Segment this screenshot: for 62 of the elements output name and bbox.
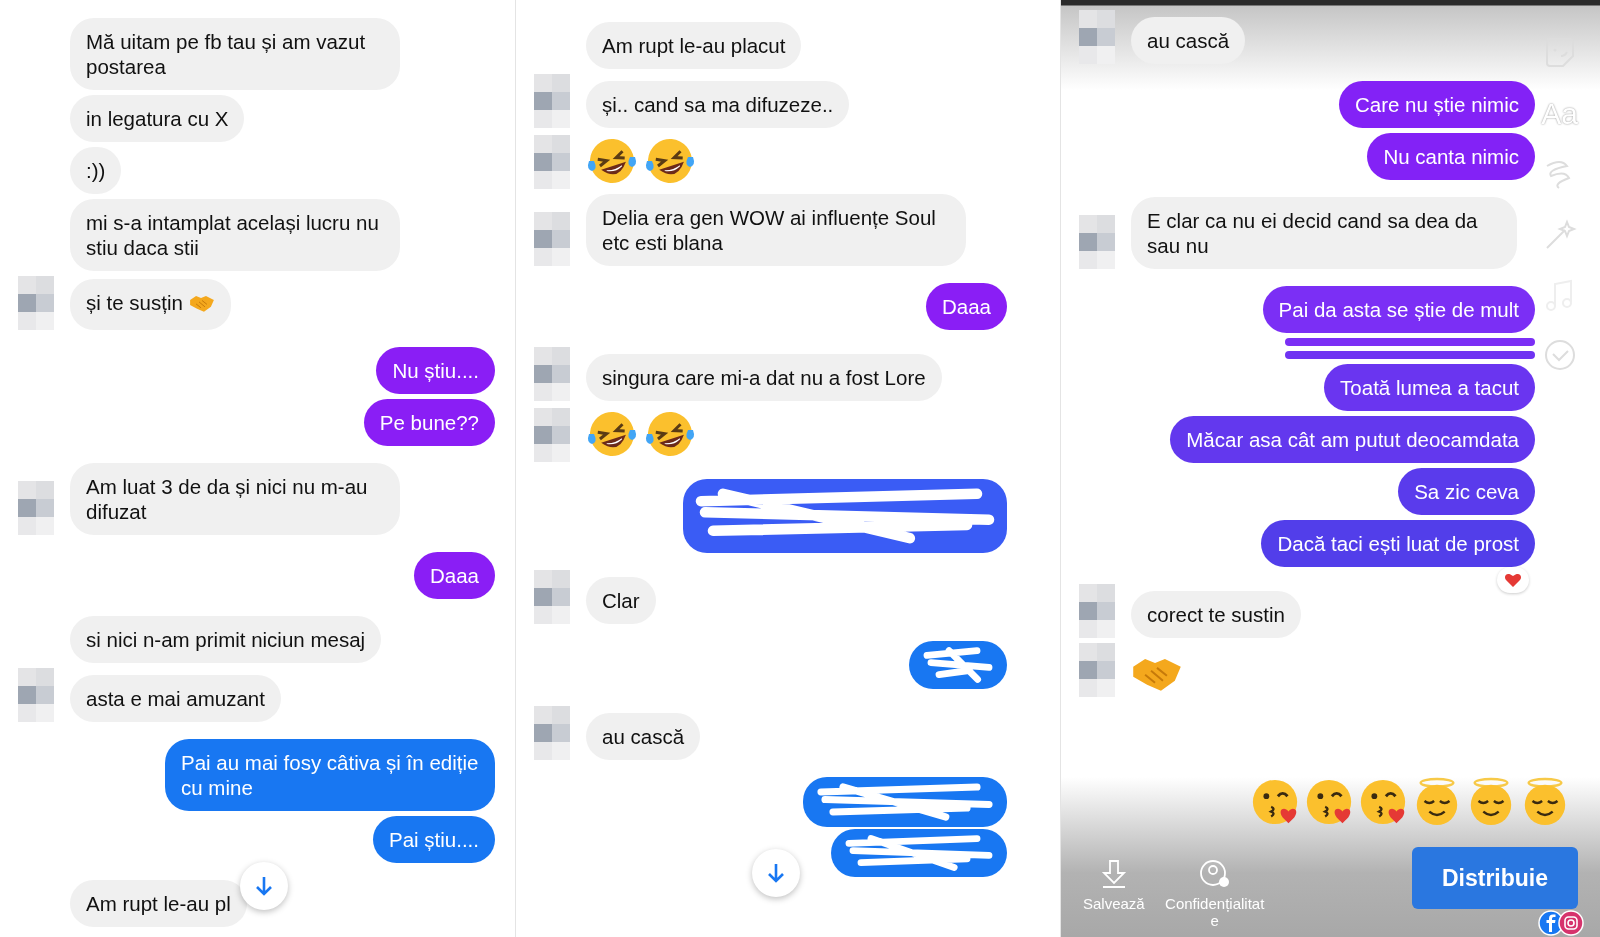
- message-bubble: Pai știu....: [373, 816, 495, 863]
- message-bubble: au cască: [1131, 17, 1246, 64]
- handshake-icon: [188, 293, 215, 314]
- avatar-icon: [1079, 10, 1115, 64]
- message-bubble: Care nu știe nimic: [1338, 81, 1535, 128]
- avatar-icon: [534, 570, 570, 624]
- kiss-emoji-icon: [1304, 777, 1354, 827]
- kiss-emoji-icon: [1358, 777, 1408, 827]
- message-bubble: Delia era gen WOW ai influențe Soul etc esti blana: [586, 194, 966, 266]
- message-bubble: Am rupt le-au placut: [586, 22, 802, 69]
- message-bubble: Pe bune??: [363, 399, 495, 446]
- story-action-button[interactable]: Salvează: [1083, 859, 1145, 912]
- avatar-icon: [1079, 584, 1115, 638]
- message-bubble: Pai da asta se știe de mult: [1262, 286, 1535, 333]
- message-bubble: Nu canta nimic: [1367, 133, 1535, 180]
- arrow-down-icon: [253, 875, 275, 897]
- message-bubble: mi s-a intamplat același lucru nu stiu daca stii: [70, 199, 400, 271]
- message-bubble: Măcar asa cât am putut deocamdata: [1170, 416, 1535, 463]
- message-bubble: Daaa: [414, 552, 495, 599]
- message-bubble: Dacă taci ești luat de prost: [1261, 520, 1535, 567]
- message-bubble: in legatura cu X: [70, 95, 245, 142]
- avatar-icon: [18, 276, 54, 330]
- avatar-icon: [18, 668, 54, 722]
- message-bubble: :)): [70, 147, 122, 194]
- avatar-icon: [534, 74, 570, 128]
- action-label: Confidențialitate: [1164, 895, 1266, 929]
- story-action-button[interactable]: Confidențialitate: [1162, 859, 1267, 929]
- message-bubble: Pai au mai fosy câtiva și în ediție cu mine: [165, 739, 495, 811]
- avatar-icon: [1079, 215, 1115, 269]
- share-button[interactable]: Distribuie: [1412, 847, 1578, 909]
- message-bubble: Clar: [586, 577, 656, 624]
- heart-reaction-icon: [1497, 567, 1529, 593]
- message-bubble: și te susțin: [70, 279, 231, 330]
- avatar-icon: [534, 347, 570, 401]
- message-bubble: Mă uitam pe fb tau și am vazut postarea: [70, 18, 400, 90]
- message-bubble: Daaa: [926, 283, 1007, 330]
- message-bubble: Toată lumea a tacut: [1324, 364, 1535, 411]
- message-bubble: Sa zic ceva: [1398, 468, 1535, 515]
- download-icon: [1100, 859, 1127, 889]
- message-bubble: si nici n-am primit niciun mesaj: [70, 616, 382, 663]
- scroll-down-button[interactable]: [240, 862, 288, 910]
- avatar-icon: [534, 706, 570, 760]
- avatar-icon: [534, 212, 570, 266]
- kiss-emoji-icon: [1250, 777, 1300, 827]
- action-label: Salvează: [1083, 895, 1145, 912]
- message-bubble: E clar ca nu ei decid cand sa dea da sau nu: [1131, 197, 1517, 269]
- scroll-down-button[interactable]: [752, 849, 800, 897]
- arrow-down-icon: [765, 862, 787, 884]
- message-bubble: corect te sustin: [1131, 591, 1301, 638]
- message-bubble: asta e mai amuzant: [70, 675, 281, 722]
- message-bubble: Am rupt le-au pl: [70, 880, 247, 927]
- message-bubble: singura care mi-a dat nu a fost Lore: [586, 354, 942, 401]
- avatar-icon: [534, 135, 570, 189]
- message-bubble: Am luat 3 de da și nici nu m-au difuzat: [70, 463, 400, 535]
- message-bubble: Nu știu....: [376, 347, 495, 394]
- avatar-icon: [18, 481, 54, 535]
- user-settings-icon: [1198, 859, 1231, 889]
- message-bubble: au cască: [586, 713, 701, 760]
- message-bubble: și.. cand sa ma difuzeze..: [586, 81, 850, 128]
- avatar-icon: [534, 408, 570, 462]
- check-circle-icon[interactable]: [1542, 338, 1577, 372]
- avatar-icon: [1079, 643, 1115, 697]
